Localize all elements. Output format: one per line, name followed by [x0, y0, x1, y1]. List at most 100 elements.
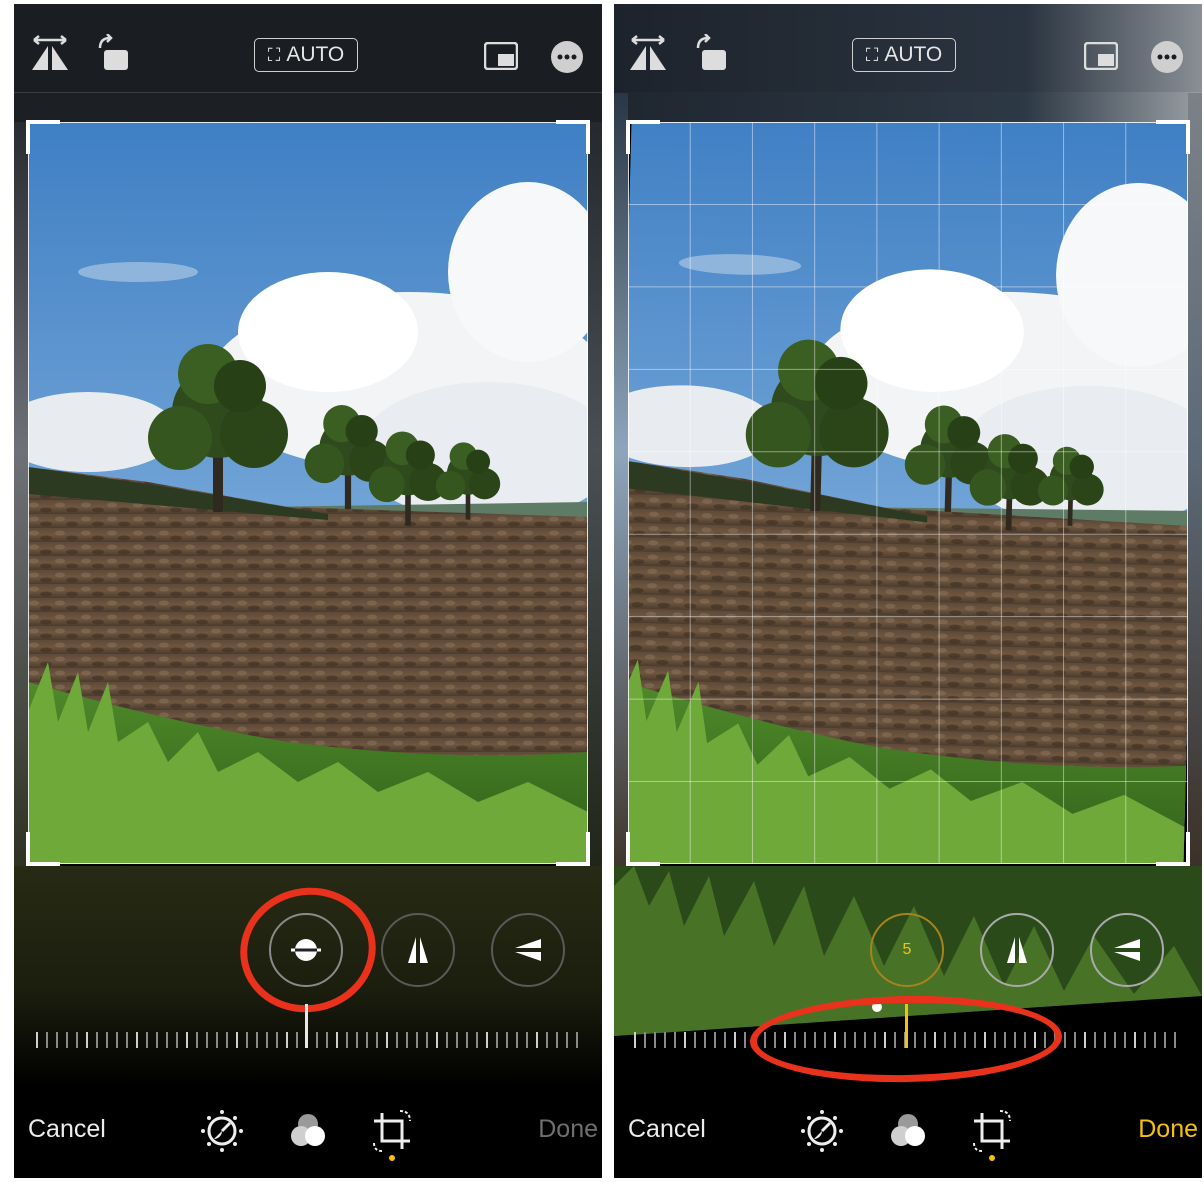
ruler-tick — [536, 1032, 538, 1048]
blurred-edge-left — [14, 93, 28, 888]
ruler-tick — [644, 1032, 646, 1048]
done-button[interactable]: Done — [1138, 1115, 1198, 1144]
top-margin — [614, 92, 1202, 122]
aspect-ratio-icon[interactable] — [1083, 41, 1119, 75]
auto-label: AUTO — [286, 43, 345, 66]
ruler-tick — [226, 1032, 228, 1048]
ruler-tick — [684, 1032, 686, 1048]
ruler-tick — [466, 1032, 468, 1048]
ruler-tick — [406, 1032, 408, 1048]
ruler-tick — [46, 1032, 48, 1048]
ruler-tick — [704, 1032, 706, 1048]
ruler-tick — [1134, 1032, 1136, 1048]
aspect-ratio-icon[interactable] — [483, 41, 519, 75]
photo-canvas[interactable] — [28, 122, 588, 864]
auto-button[interactable]: ⛶ AUTO — [254, 38, 358, 72]
vertical-perspective-button[interactable] — [980, 913, 1054, 987]
cancel-button[interactable]: Cancel — [628, 1115, 706, 1144]
horizontal-perspective-button[interactable] — [1090, 913, 1164, 987]
vertical-perspective-icon — [1007, 937, 1027, 963]
ruler-tick — [476, 1032, 478, 1048]
ruler-tick — [546, 1032, 548, 1048]
horizontal-perspective-icon — [515, 939, 541, 961]
ruler-tick — [674, 1032, 676, 1048]
ruler-tick — [116, 1032, 118, 1048]
ruler-tick — [734, 1032, 736, 1048]
more-options-icon[interactable] — [1150, 40, 1184, 79]
blurred-edge-left — [614, 93, 628, 888]
ruler-tick — [236, 1032, 238, 1048]
ruler-tick — [66, 1032, 68, 1048]
done-button[interactable]: Done — [538, 1115, 598, 1144]
top-toolbar: ⛶ AUTO — [14, 4, 602, 92]
ruler-tick — [506, 1032, 508, 1048]
ruler-tick — [496, 1032, 498, 1048]
auto-frame-icon: ⛶ — [267, 44, 281, 65]
filters-icon[interactable] — [286, 1109, 330, 1158]
ruler-tick — [526, 1032, 528, 1048]
blurred-edge-right — [1188, 93, 1202, 888]
more-options-icon[interactable] — [550, 40, 584, 79]
ruler-tick — [176, 1032, 178, 1048]
ruler-tick — [86, 1032, 88, 1048]
ruler-tick — [566, 1032, 568, 1048]
rotate-icon[interactable] — [94, 33, 134, 79]
straighten-value: 5 — [902, 941, 912, 958]
vertical-perspective-icon — [408, 937, 428, 963]
adjust-dial-icon[interactable] — [800, 1109, 844, 1158]
cancel-button[interactable]: Cancel — [28, 1115, 106, 1144]
ruler-tick — [146, 1032, 148, 1048]
ruler-tick — [724, 1032, 726, 1048]
flip-horizontal-icon[interactable] — [628, 34, 668, 79]
straighten-button[interactable]: 5 — [870, 913, 944, 987]
ruler-tick — [1074, 1032, 1076, 1048]
ruler-tick — [1174, 1032, 1176, 1048]
crop-rotate-icon[interactable] — [370, 1109, 414, 1166]
filters-icon[interactable] — [886, 1109, 930, 1158]
ruler-tick — [186, 1032, 188, 1048]
horizontal-perspective-icon — [1114, 939, 1140, 961]
adjust-dial-icon[interactable] — [200, 1109, 244, 1158]
ruler-tick — [436, 1032, 438, 1048]
crop-rotate-icon[interactable] — [970, 1109, 1014, 1166]
ruler-tick — [256, 1032, 258, 1048]
ruler-tick — [516, 1032, 518, 1048]
ruler-tick — [166, 1032, 168, 1048]
ruler-tick — [1164, 1032, 1166, 1048]
ruler-tick — [366, 1032, 368, 1048]
auto-button[interactable]: ⛶ AUTO — [852, 38, 956, 72]
ruler-tick — [376, 1032, 378, 1048]
ruler-tick — [286, 1032, 288, 1048]
auto-frame-icon: ⛶ — [865, 44, 879, 65]
vertical-perspective-button[interactable] — [381, 913, 455, 987]
left-screen: ⛶ AUTO Cancel Done — [14, 4, 602, 1178]
straighten-ruler[interactable] — [36, 1032, 580, 1052]
ruler-tick — [664, 1032, 666, 1048]
ruler-tick — [576, 1032, 578, 1048]
ruler-tick — [336, 1032, 338, 1048]
ruler-tick — [1094, 1032, 1096, 1048]
ruler-tick — [106, 1032, 108, 1048]
ruler-tick — [654, 1032, 656, 1048]
flip-horizontal-icon[interactable] — [30, 34, 70, 79]
ruler-tick — [1104, 1032, 1106, 1048]
ruler-tick — [276, 1032, 278, 1048]
ruler-tick — [96, 1032, 98, 1048]
ruler-tick — [486, 1032, 488, 1048]
ruler-tick — [634, 1032, 636, 1048]
ruler-tick — [1084, 1032, 1086, 1048]
ruler-tick — [196, 1032, 198, 1048]
rotate-icon[interactable] — [692, 33, 732, 79]
ruler-tick — [326, 1032, 328, 1048]
ruler-tick — [126, 1032, 128, 1048]
top-margin — [14, 93, 602, 122]
ruler-tick — [56, 1032, 58, 1048]
ruler-tick — [246, 1032, 248, 1048]
ruler-center-indicator — [305, 1004, 308, 1048]
photo-canvas[interactable] — [628, 122, 1188, 864]
ruler-tick — [1154, 1032, 1156, 1048]
bottom-toolbar: Cancel Done — [14, 1099, 602, 1161]
horizontal-perspective-button[interactable] — [491, 913, 565, 987]
ruler-tick — [556, 1032, 558, 1048]
ruler-tick — [266, 1032, 268, 1048]
